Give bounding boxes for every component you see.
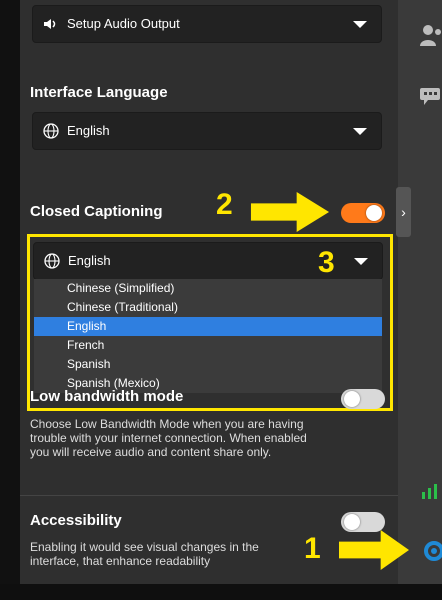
- closed-captioning-title: Closed Captioning: [30, 203, 163, 220]
- dropdown-option[interactable]: English: [34, 317, 382, 336]
- interface-language-select[interactable]: English: [32, 112, 382, 150]
- description-line: Choose Low Bandwidth Mode when you are h…: [30, 417, 304, 431]
- toggle-knob: [344, 514, 360, 530]
- audio-output-select[interactable]: Setup Audio Output: [32, 5, 382, 43]
- chevron-down-icon: [353, 128, 367, 135]
- dropdown-option[interactable]: French: [34, 336, 382, 355]
- chat-icon[interactable]: [418, 86, 442, 106]
- globe-icon: [43, 123, 59, 144]
- low-bandwidth-toggle[interactable]: [341, 389, 385, 409]
- accessibility-description: Enabling it would see visual changes in …: [30, 540, 310, 568]
- toggle-knob: [344, 391, 360, 407]
- expand-panel-button[interactable]: ›: [396, 187, 411, 237]
- annotation-arrow-2: [250, 192, 330, 232]
- chevron-down-icon: [353, 21, 367, 28]
- gear-icon[interactable]: [423, 540, 442, 562]
- audio-output-label: Setup Audio Output: [67, 16, 180, 31]
- interface-language-title: Interface Language: [30, 84, 168, 101]
- low-bandwidth-title: Low bandwidth mode: [30, 388, 184, 405]
- captioning-language-value: English: [68, 253, 111, 268]
- description-line: interface, that enhance readability: [30, 554, 211, 568]
- dropdown-option[interactable]: Spanish: [34, 355, 382, 374]
- captioning-language-options: Chinese (Simplified) Chinese (Traditional…: [34, 279, 382, 393]
- chevron-down-icon: [354, 258, 368, 265]
- annotation-number-1: 1: [304, 532, 321, 565]
- annotation-number-2: 2: [216, 188, 233, 221]
- divider: [20, 495, 398, 496]
- accessibility-title: Accessibility: [30, 512, 122, 529]
- annotation-arrow-1: [339, 530, 409, 570]
- toggle-knob: [366, 205, 382, 221]
- bottom-strip: [0, 584, 442, 600]
- interface-language-value: English: [67, 123, 110, 138]
- signal-bars-icon: [418, 480, 442, 500]
- low-bandwidth-description: Choose Low Bandwidth Mode when you are h…: [30, 417, 390, 459]
- accessibility-toggle[interactable]: [341, 512, 385, 532]
- left-strip: [0, 0, 20, 600]
- globe-icon: [44, 253, 60, 274]
- description-line: trouble with your internet connection. W…: [30, 431, 307, 445]
- annotation-number-3: 3: [318, 246, 335, 279]
- description-line: you will receive audio and content share…: [30, 445, 272, 459]
- speaker-icon: [43, 17, 57, 36]
- dropdown-option[interactable]: Chinese (Traditional): [34, 298, 382, 317]
- dropdown-option[interactable]: Chinese (Simplified): [34, 279, 382, 298]
- people-icon[interactable]: [418, 22, 442, 48]
- description-line: Enabling it would see visual changes in …: [30, 540, 259, 554]
- closed-captioning-toggle[interactable]: [341, 203, 385, 223]
